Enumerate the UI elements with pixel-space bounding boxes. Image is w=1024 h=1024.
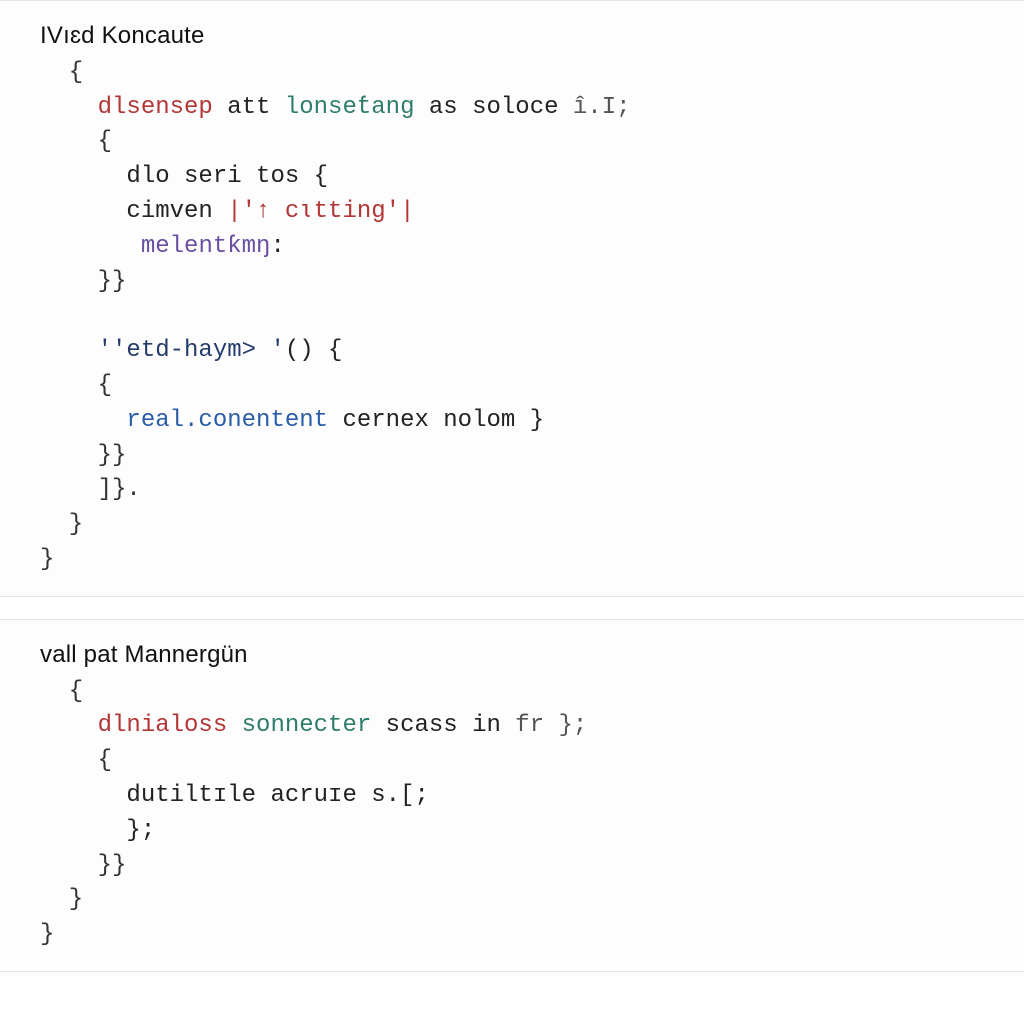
code-line: }} [40, 852, 126, 879]
code-line: dutiltɪle acruɪe s.[; [40, 782, 429, 809]
code-line: }; [40, 817, 155, 844]
code-line: } [40, 546, 54, 573]
code-panel-1: IVıɛd Koncaute { dlsensep att lonseƭang … [0, 0, 1024, 597]
code-line: cimven |'↑ cɩtting'| [40, 198, 414, 225]
code-line: real.conentent cernex nolom } [40, 407, 544, 434]
code-line: ]}. [40, 476, 141, 503]
code-line: } [40, 886, 83, 913]
code-line: dlo seri tos { [40, 163, 328, 190]
code-line: ''etd-haym> '() { [40, 337, 342, 364]
code-block-1: IVıɛd Koncaute { dlsensep att lonseƭang … [0, 19, 1024, 578]
code-line: dlnialoss sonnecter scass in fr }; [40, 712, 587, 739]
code-line: { [40, 128, 112, 155]
code-panel-2: vall pat Mannergün { dlnialoss sonnecter… [0, 619, 1024, 972]
code-line: } [40, 511, 83, 538]
panel-title-2: vall pat Mannergün [40, 641, 248, 668]
code-line: { [40, 747, 112, 774]
code-line: melentƙmŋ: [40, 233, 285, 260]
code-line: }} [40, 442, 126, 469]
code-line: { [40, 372, 112, 399]
code-line: } [40, 921, 54, 948]
code-line: dlsensep att lonseƭang as soloce î.I; [40, 94, 631, 121]
code-line: }} [40, 268, 126, 295]
code-line: { [40, 59, 83, 86]
panel-title-1: IVıɛd Koncaute [40, 22, 205, 49]
code-line: { [40, 678, 83, 705]
code-block-2: vall pat Mannergün { dlnialoss sonnecter… [0, 638, 1024, 953]
